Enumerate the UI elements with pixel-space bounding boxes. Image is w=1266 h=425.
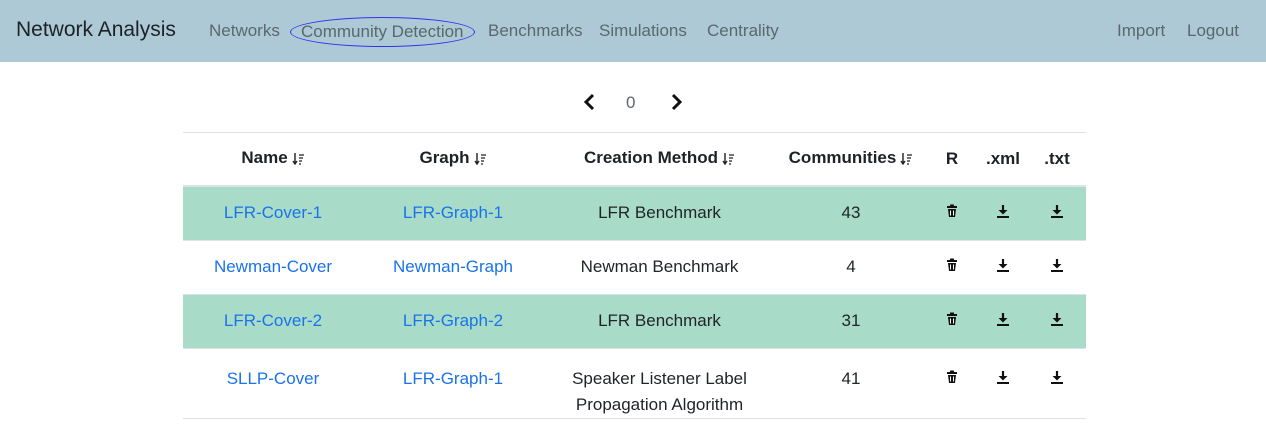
table-row: LFR-Cover-1 LFR-Graph-1 LFR Benchmark 43 xyxy=(183,186,1086,241)
communities-count: 41 xyxy=(776,348,926,419)
cover-name-link[interactable]: Newman-Cover xyxy=(214,257,332,276)
header-xml: .xml xyxy=(978,132,1028,187)
creation-method: LFR Benchmark xyxy=(543,294,776,349)
header-txt: .txt xyxy=(1028,132,1086,187)
nav-benchmarks[interactable]: Benchmarks xyxy=(488,21,582,41)
cover-name-link[interactable]: SLLP-Cover xyxy=(227,369,320,388)
creation-method: Newman Benchmark xyxy=(543,240,776,295)
graph-name-link[interactable]: LFR-Graph-1 xyxy=(403,369,503,388)
graph-name-link[interactable]: Newman-Graph xyxy=(393,257,513,276)
nav-import[interactable]: Import xyxy=(1117,21,1165,41)
cover-name-link[interactable]: LFR-Cover-1 xyxy=(224,203,322,222)
graph-name-link[interactable]: LFR-Graph-1 xyxy=(403,203,503,222)
trash-icon[interactable] xyxy=(945,257,959,271)
pagination: 0 xyxy=(0,88,1266,118)
chevron-right-icon[interactable] xyxy=(670,92,690,114)
navbar: Network Analysis Networks Community Dete… xyxy=(0,0,1266,62)
covers-table: Name Graph Creation Method Communities R… xyxy=(183,132,1086,419)
nav-logout[interactable]: Logout xyxy=(1187,21,1239,41)
header-communities[interactable]: Communities xyxy=(776,132,926,187)
table-row: Newman-Cover Newman-Graph Newman Benchma… xyxy=(183,240,1086,295)
page-number: 0 xyxy=(626,93,636,112)
sort-desc-icon[interactable] xyxy=(292,150,305,170)
nav-centrality[interactable]: Centrality xyxy=(707,21,779,41)
header-creation-method[interactable]: Creation Method xyxy=(543,132,776,187)
download-icon[interactable] xyxy=(1050,257,1064,272)
creation-method-line: Speaker Listener Label xyxy=(572,368,747,388)
creation-method-line: Propagation Algorithm xyxy=(575,394,744,414)
communities-count: 4 xyxy=(776,240,926,295)
download-icon[interactable] xyxy=(1050,311,1064,326)
creation-method: Speaker Listener Label Propagation Algori… xyxy=(543,348,776,419)
download-icon[interactable] xyxy=(996,257,1010,272)
download-icon[interactable] xyxy=(996,203,1010,219)
table-header-row: Name Graph Creation Method Communities R… xyxy=(183,132,1086,187)
nav-networks[interactable]: Networks xyxy=(209,21,280,41)
cover-name-link[interactable]: LFR-Cover-2 xyxy=(224,311,322,330)
trash-icon[interactable] xyxy=(945,366,959,383)
download-icon[interactable] xyxy=(996,366,1010,384)
communities-count: 43 xyxy=(776,186,926,241)
sort-desc-icon[interactable] xyxy=(722,150,735,170)
header-remove: R xyxy=(926,132,978,187)
chevron-left-icon[interactable] xyxy=(582,92,602,114)
trash-icon[interactable] xyxy=(945,311,959,325)
download-icon[interactable] xyxy=(1050,203,1064,219)
brand-title[interactable]: Network Analysis xyxy=(16,18,176,42)
creation-method: LFR Benchmark xyxy=(543,186,776,241)
trash-icon[interactable] xyxy=(945,203,959,218)
sort-desc-icon[interactable] xyxy=(900,150,913,170)
nav-simulations[interactable]: Simulations xyxy=(599,21,687,41)
table-row: SLLP-Cover LFR-Graph-1 Speaker Listener … xyxy=(183,348,1086,419)
table-row: LFR-Cover-2 LFR-Graph-2 LFR Benchmark 31 xyxy=(183,294,1086,349)
download-icon[interactable] xyxy=(1050,366,1064,384)
nav-community-detection[interactable]: Community Detection xyxy=(290,17,475,47)
communities-count: 31 xyxy=(776,294,926,349)
sort-desc-icon[interactable] xyxy=(473,150,487,170)
header-name[interactable]: Name xyxy=(183,132,363,187)
graph-name-link[interactable]: LFR-Graph-2 xyxy=(403,311,503,330)
download-icon[interactable] xyxy=(996,311,1010,326)
header-graph[interactable]: Graph xyxy=(363,132,543,187)
